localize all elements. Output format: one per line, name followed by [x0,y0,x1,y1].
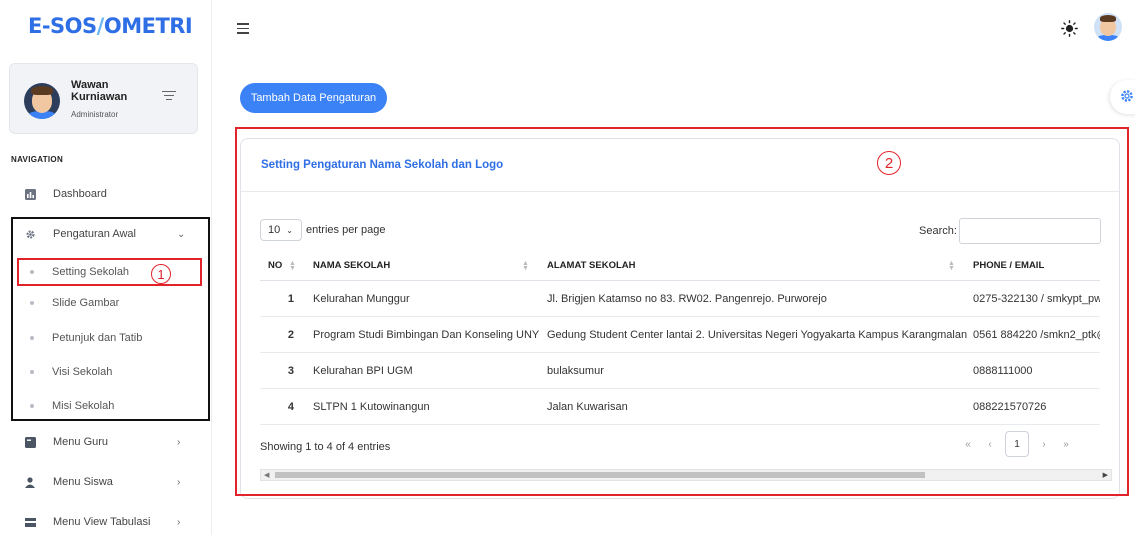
annotation-box-card [235,127,1129,496]
sidebar-item-label: Menu View Tabulasi [53,516,151,528]
profile-card: Wawan Kurniawan Administrator [9,63,198,134]
dashboard-icon [25,188,36,200]
chevron-right-icon: › [177,476,181,488]
menu-icon[interactable] [237,23,249,34]
sidebar-item-label: Menu Siswa [53,476,113,488]
add-setting-button[interactable]: Tambah Data Pengaturan [240,83,387,113]
user-avatar[interactable] [1094,13,1122,41]
annotation-marker-2: 2 [877,151,901,175]
annotation-marker-1: 1 [151,264,171,284]
teacher-icon [25,436,36,448]
annotation-box-setting-sekolah [17,258,202,286]
topbar [212,0,1135,56]
user-icon [25,476,35,488]
table-icon [25,517,36,527]
sidebar-item-label: Menu Guru [53,436,109,448]
settings-tab[interactable] [1110,80,1135,114]
sidebar-item-menu-siswa[interactable]: Menu Siswa › [0,468,212,496]
profile-name: Wawan Kurniawan [71,79,128,103]
nav-section-label: NAVIGATION [11,155,64,164]
sidebar-item-menu-view-tabulasi[interactable]: Menu View Tabulasi › [0,508,212,535]
avatar [24,83,60,119]
gear-icon [1121,90,1133,102]
profile-role: Administrator [71,110,119,119]
chevron-right-icon: › [177,436,181,448]
sidebar-item-dashboard[interactable]: Dashboard [0,180,212,208]
chevron-right-icon: › [177,516,181,528]
sidebar-item-label: Dashboard [53,188,107,200]
app-logo[interactable]: E-SOS/OMETRI [28,14,193,38]
sidebar-item-menu-guru[interactable]: Menu Guru › [0,428,212,456]
sun-icon[interactable] [1061,20,1078,37]
annotation-box-submenu [11,217,210,421]
filter-icon[interactable] [162,91,176,103]
